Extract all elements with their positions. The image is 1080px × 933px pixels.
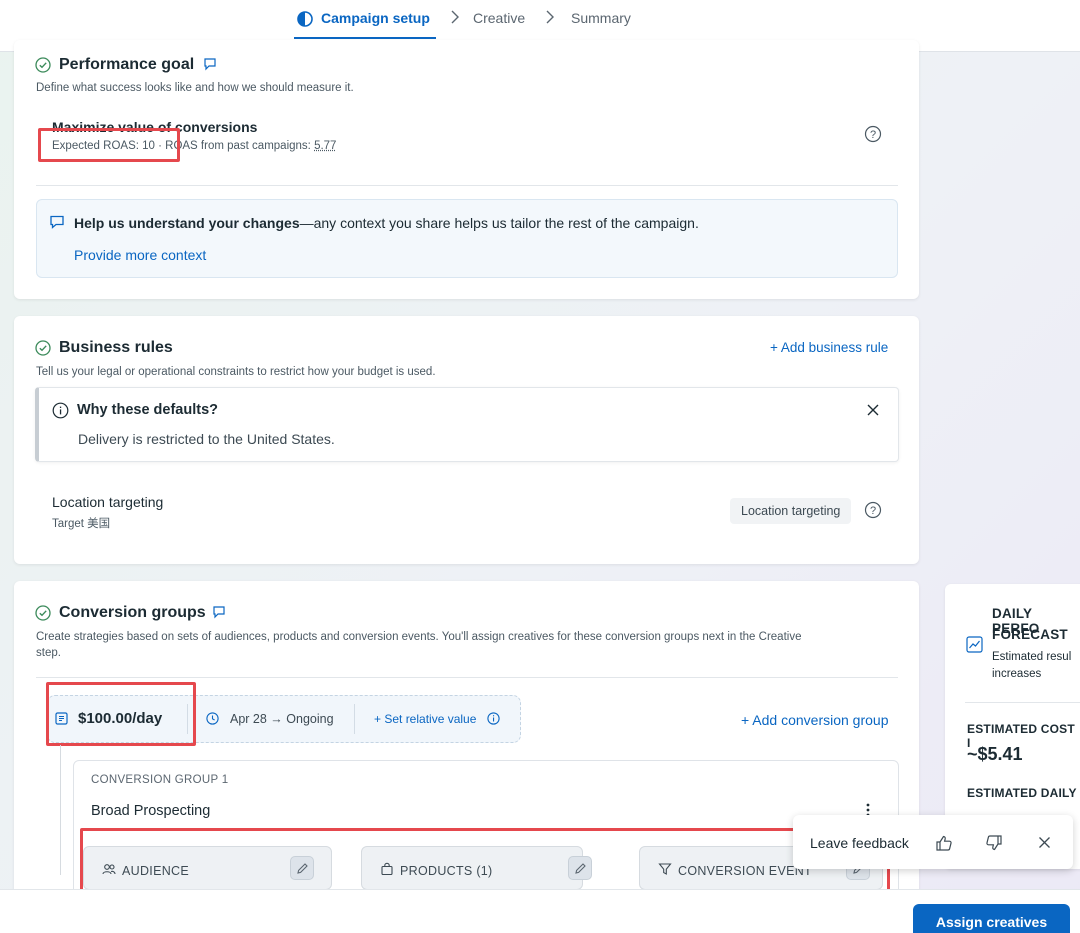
half-circle-icon xyxy=(297,11,313,27)
business-rules-title: Business rules xyxy=(59,339,173,357)
svg-text:?: ? xyxy=(870,129,876,141)
comment-icon[interactable] xyxy=(212,605,226,619)
estimated-cost-value: ~$5.41 xyxy=(967,744,1023,765)
step-summary[interactable]: Summary xyxy=(571,10,631,26)
chevron-right-icon xyxy=(450,10,460,24)
step-campaign-setup[interactable]: Campaign setup xyxy=(321,10,430,26)
add-conversion-group-button[interactable]: + Add conversion group xyxy=(741,712,889,728)
tree-connector xyxy=(60,745,61,875)
location-targeting-chip: Location targeting xyxy=(730,498,851,524)
active-step-indicator xyxy=(294,37,436,39)
estimated-daily-label: ESTIMATED DAILY xyxy=(967,786,1077,800)
set-relative-value-button[interactable]: + Set relative value xyxy=(374,712,476,726)
conversion-groups-description-line1: Create strategies based on sets of audie… xyxy=(36,629,801,645)
forecast-subtitle-line1: Estimated resul xyxy=(992,651,1071,663)
conversion-group-label: CONVERSION GROUP 1 xyxy=(91,774,228,786)
svg-text:?: ? xyxy=(870,505,876,517)
check-circle-icon xyxy=(35,340,51,356)
conversion-group-name: Broad Prospecting xyxy=(91,803,210,819)
info-icon xyxy=(52,402,69,419)
defaults-text: Delivery is restricted to the United Sta… xyxy=(78,431,335,447)
location-targeting-title: Location targeting xyxy=(52,494,163,510)
divider xyxy=(354,704,355,734)
check-circle-icon xyxy=(35,605,51,621)
forecast-title-line2: FORECAST xyxy=(992,627,1068,642)
conversion-groups-description-line2: step. xyxy=(36,645,61,661)
schedule-date-range[interactable]: Apr 28 → Ongoing xyxy=(230,712,334,726)
highlight-box xyxy=(80,828,890,896)
comment-icon xyxy=(49,214,65,230)
defaults-title: Why these defaults? xyxy=(77,402,218,418)
close-icon[interactable] xyxy=(866,403,880,417)
forecast-subtitle-line2: increases xyxy=(992,668,1041,680)
location-targeting-value: Target 美国 xyxy=(52,515,110,531)
trend-chart-icon xyxy=(966,636,983,653)
thumbs-up-icon[interactable] xyxy=(935,834,953,852)
context-callout xyxy=(36,199,898,278)
performance-goal-title: Performance goal xyxy=(59,56,194,74)
performance-goal-description: Define what success looks like and how w… xyxy=(36,80,354,96)
feedback-popover: Leave feedback xyxy=(793,815,1073,869)
provide-context-link[interactable]: Provide more context xyxy=(74,247,206,263)
check-circle-icon xyxy=(35,57,51,73)
step-creative[interactable]: Creative xyxy=(473,10,525,26)
highlight-box xyxy=(38,128,180,162)
clock-icon xyxy=(206,712,219,725)
help-icon[interactable]: ? xyxy=(864,125,882,143)
leave-feedback-label: Leave feedback xyxy=(810,835,909,851)
help-icon[interactable]: ? xyxy=(864,501,882,519)
divider xyxy=(36,677,898,678)
divider xyxy=(36,185,898,186)
assign-creatives-button[interactable]: Assign creatives xyxy=(913,904,1070,933)
chevron-right-icon xyxy=(545,10,555,24)
business-rules-description: Tell us your legal or operational constr… xyxy=(36,364,436,380)
comment-icon[interactable] xyxy=(203,57,217,71)
close-icon[interactable] xyxy=(1038,836,1051,849)
highlight-box xyxy=(46,682,196,746)
info-icon xyxy=(487,712,500,725)
defaults-info-panel xyxy=(35,387,899,462)
context-callout-text: Help us understand your changes—any cont… xyxy=(74,215,699,231)
conversion-groups-title: Conversion groups xyxy=(59,604,206,622)
thumbs-down-icon[interactable] xyxy=(985,834,1003,852)
divider xyxy=(965,702,1080,703)
add-business-rule-button[interactable]: + Add business rule xyxy=(770,340,888,355)
